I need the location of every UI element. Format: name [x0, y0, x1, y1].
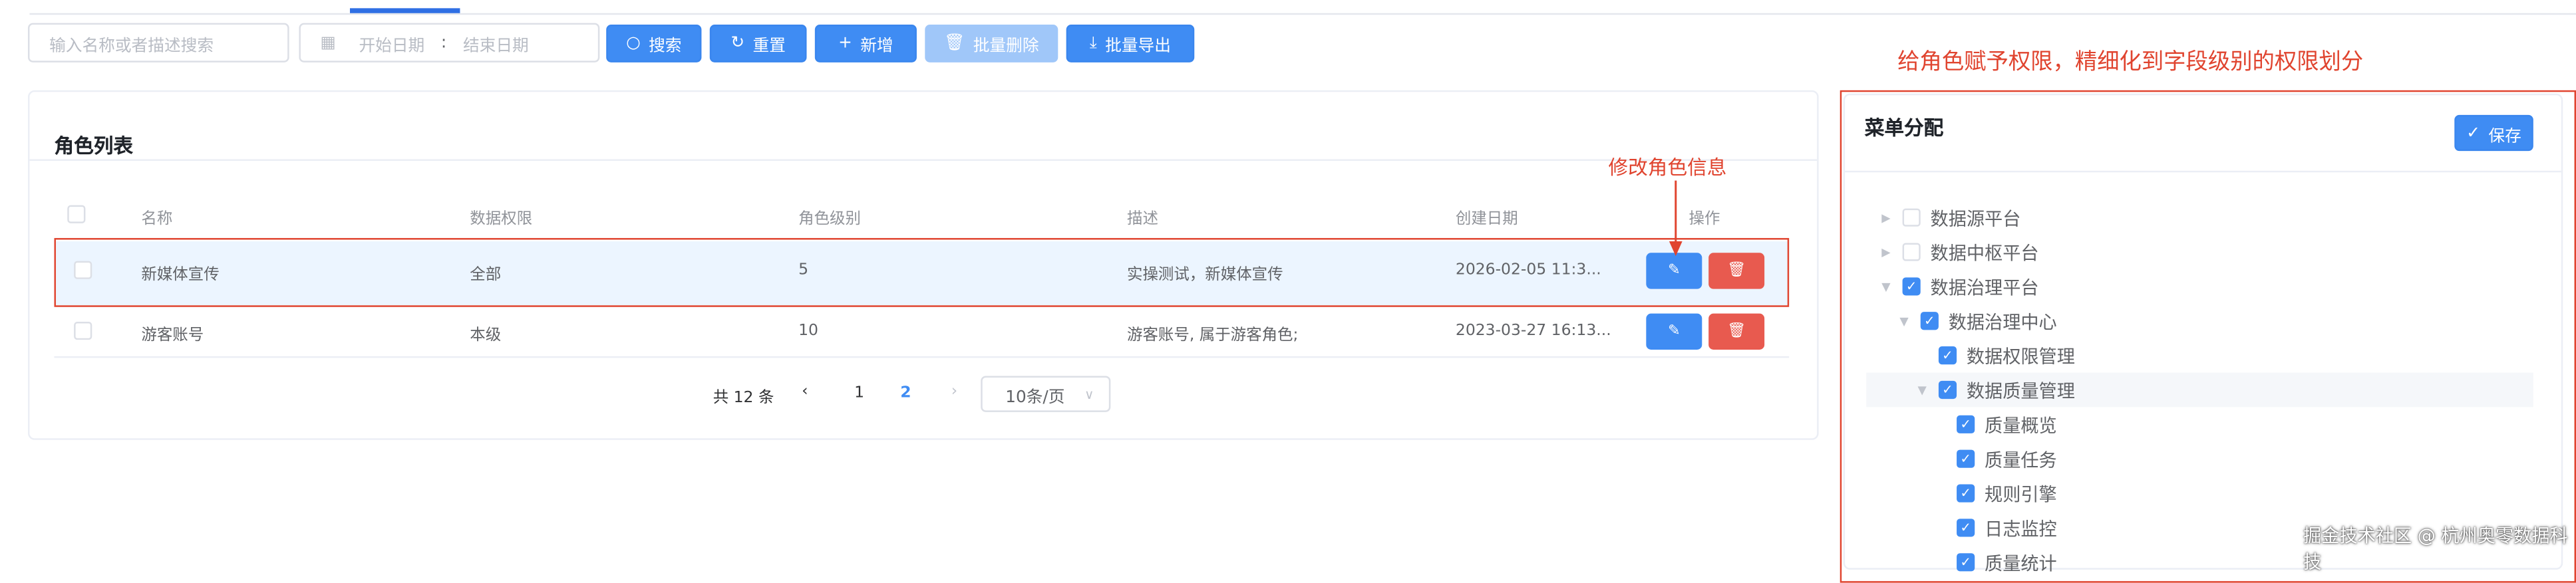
next-page-button[interactable]: › — [951, 382, 957, 400]
chevron-down-icon: ∨ — [1084, 386, 1094, 402]
date-separator: : — [440, 33, 447, 52]
col-level: 角色级别 — [798, 210, 862, 229]
download-icon: ⤓ — [1089, 34, 1097, 53]
edit-button[interactable]: ✎ — [1646, 313, 1702, 350]
search-label: 搜索 — [649, 37, 682, 56]
tabs-divider — [29, 13, 2576, 15]
col-data-scope: 数据权限 — [470, 210, 533, 229]
trash-icon: 🗑︎ — [944, 34, 965, 53]
role-list-title: 角色列表 — [54, 134, 134, 158]
page-size-select[interactable]: 10条/页 ∨ — [981, 376, 1111, 412]
active-tab-indicator — [349, 8, 460, 13]
date-start: 开始日期 — [359, 37, 425, 55]
card-divider — [29, 159, 1818, 162]
pagination-total: 共 12 条 — [713, 389, 774, 408]
annotation-arrow — [1669, 180, 1683, 257]
col-desc: 描述 — [1127, 210, 1158, 229]
search-input[interactable]: 输入名称或者描述搜索 — [27, 23, 289, 62]
col-name: 名称 — [141, 210, 173, 229]
plus-icon: + — [838, 34, 852, 53]
col-actions: 操作 — [1689, 210, 1720, 229]
permission-annotation: 给角色赋予权限，精细化到字段级别的权限划分 — [1897, 49, 2364, 76]
delete-button[interactable]: 🗑︎ — [1708, 313, 1765, 350]
calendar-icon: ▦ — [320, 33, 336, 52]
batch-delete-label: 批量删除 — [973, 37, 1039, 56]
add-label: 新增 — [860, 37, 893, 56]
role-name: 游客账号 — [141, 326, 204, 345]
search-button[interactable]: ○ 搜索 — [606, 25, 702, 62]
edit-icon: ✎ — [1667, 323, 1681, 340]
search-placeholder: 输入名称或者描述搜索 — [49, 37, 214, 55]
prev-page-button[interactable]: ‹ — [802, 382, 808, 400]
role-data-scope: 本级 — [470, 326, 502, 345]
highlight-box — [54, 238, 1790, 307]
batch-export-label: 批量导出 — [1105, 37, 1171, 56]
add-button[interactable]: + 新增 — [814, 25, 917, 62]
role-created: 2023-03-27 16:13... — [1455, 322, 1611, 340]
page-size-value: 10条/页 — [1005, 388, 1065, 407]
role-desc: 游客账号, 属于游客角色; — [1127, 326, 1299, 345]
col-created: 创建日期 — [1455, 210, 1518, 229]
reset-label: 重置 — [752, 37, 786, 56]
edit-annotation: 修改角色信息 — [1608, 156, 1727, 179]
row-checkbox[interactable] — [74, 322, 92, 340]
select-all-checkbox[interactable] — [67, 205, 86, 223]
search-icon: ○ — [626, 34, 641, 53]
refresh-icon: ↻ — [730, 34, 745, 53]
role-level: 10 — [798, 322, 818, 340]
date-end: 结束日期 — [462, 37, 529, 55]
date-range-picker[interactable]: ▦ 开始日期 : 结束日期 — [299, 23, 600, 62]
page-2[interactable]: 2 — [900, 384, 911, 402]
highlight-box — [1840, 90, 2576, 583]
batch-export-button[interactable]: ⤓ 批量导出 — [1066, 25, 1195, 62]
trash-icon: 🗑︎ — [1727, 323, 1746, 340]
page-1[interactable]: 1 — [854, 384, 864, 402]
watermark: 掘金技术社区 @ 杭州奥零数据科技 — [2303, 525, 2568, 573]
reset-button[interactable]: ↻ 重置 — [709, 25, 807, 62]
batch-delete-button[interactable]: 🗑︎ 批量删除 — [925, 25, 1058, 62]
